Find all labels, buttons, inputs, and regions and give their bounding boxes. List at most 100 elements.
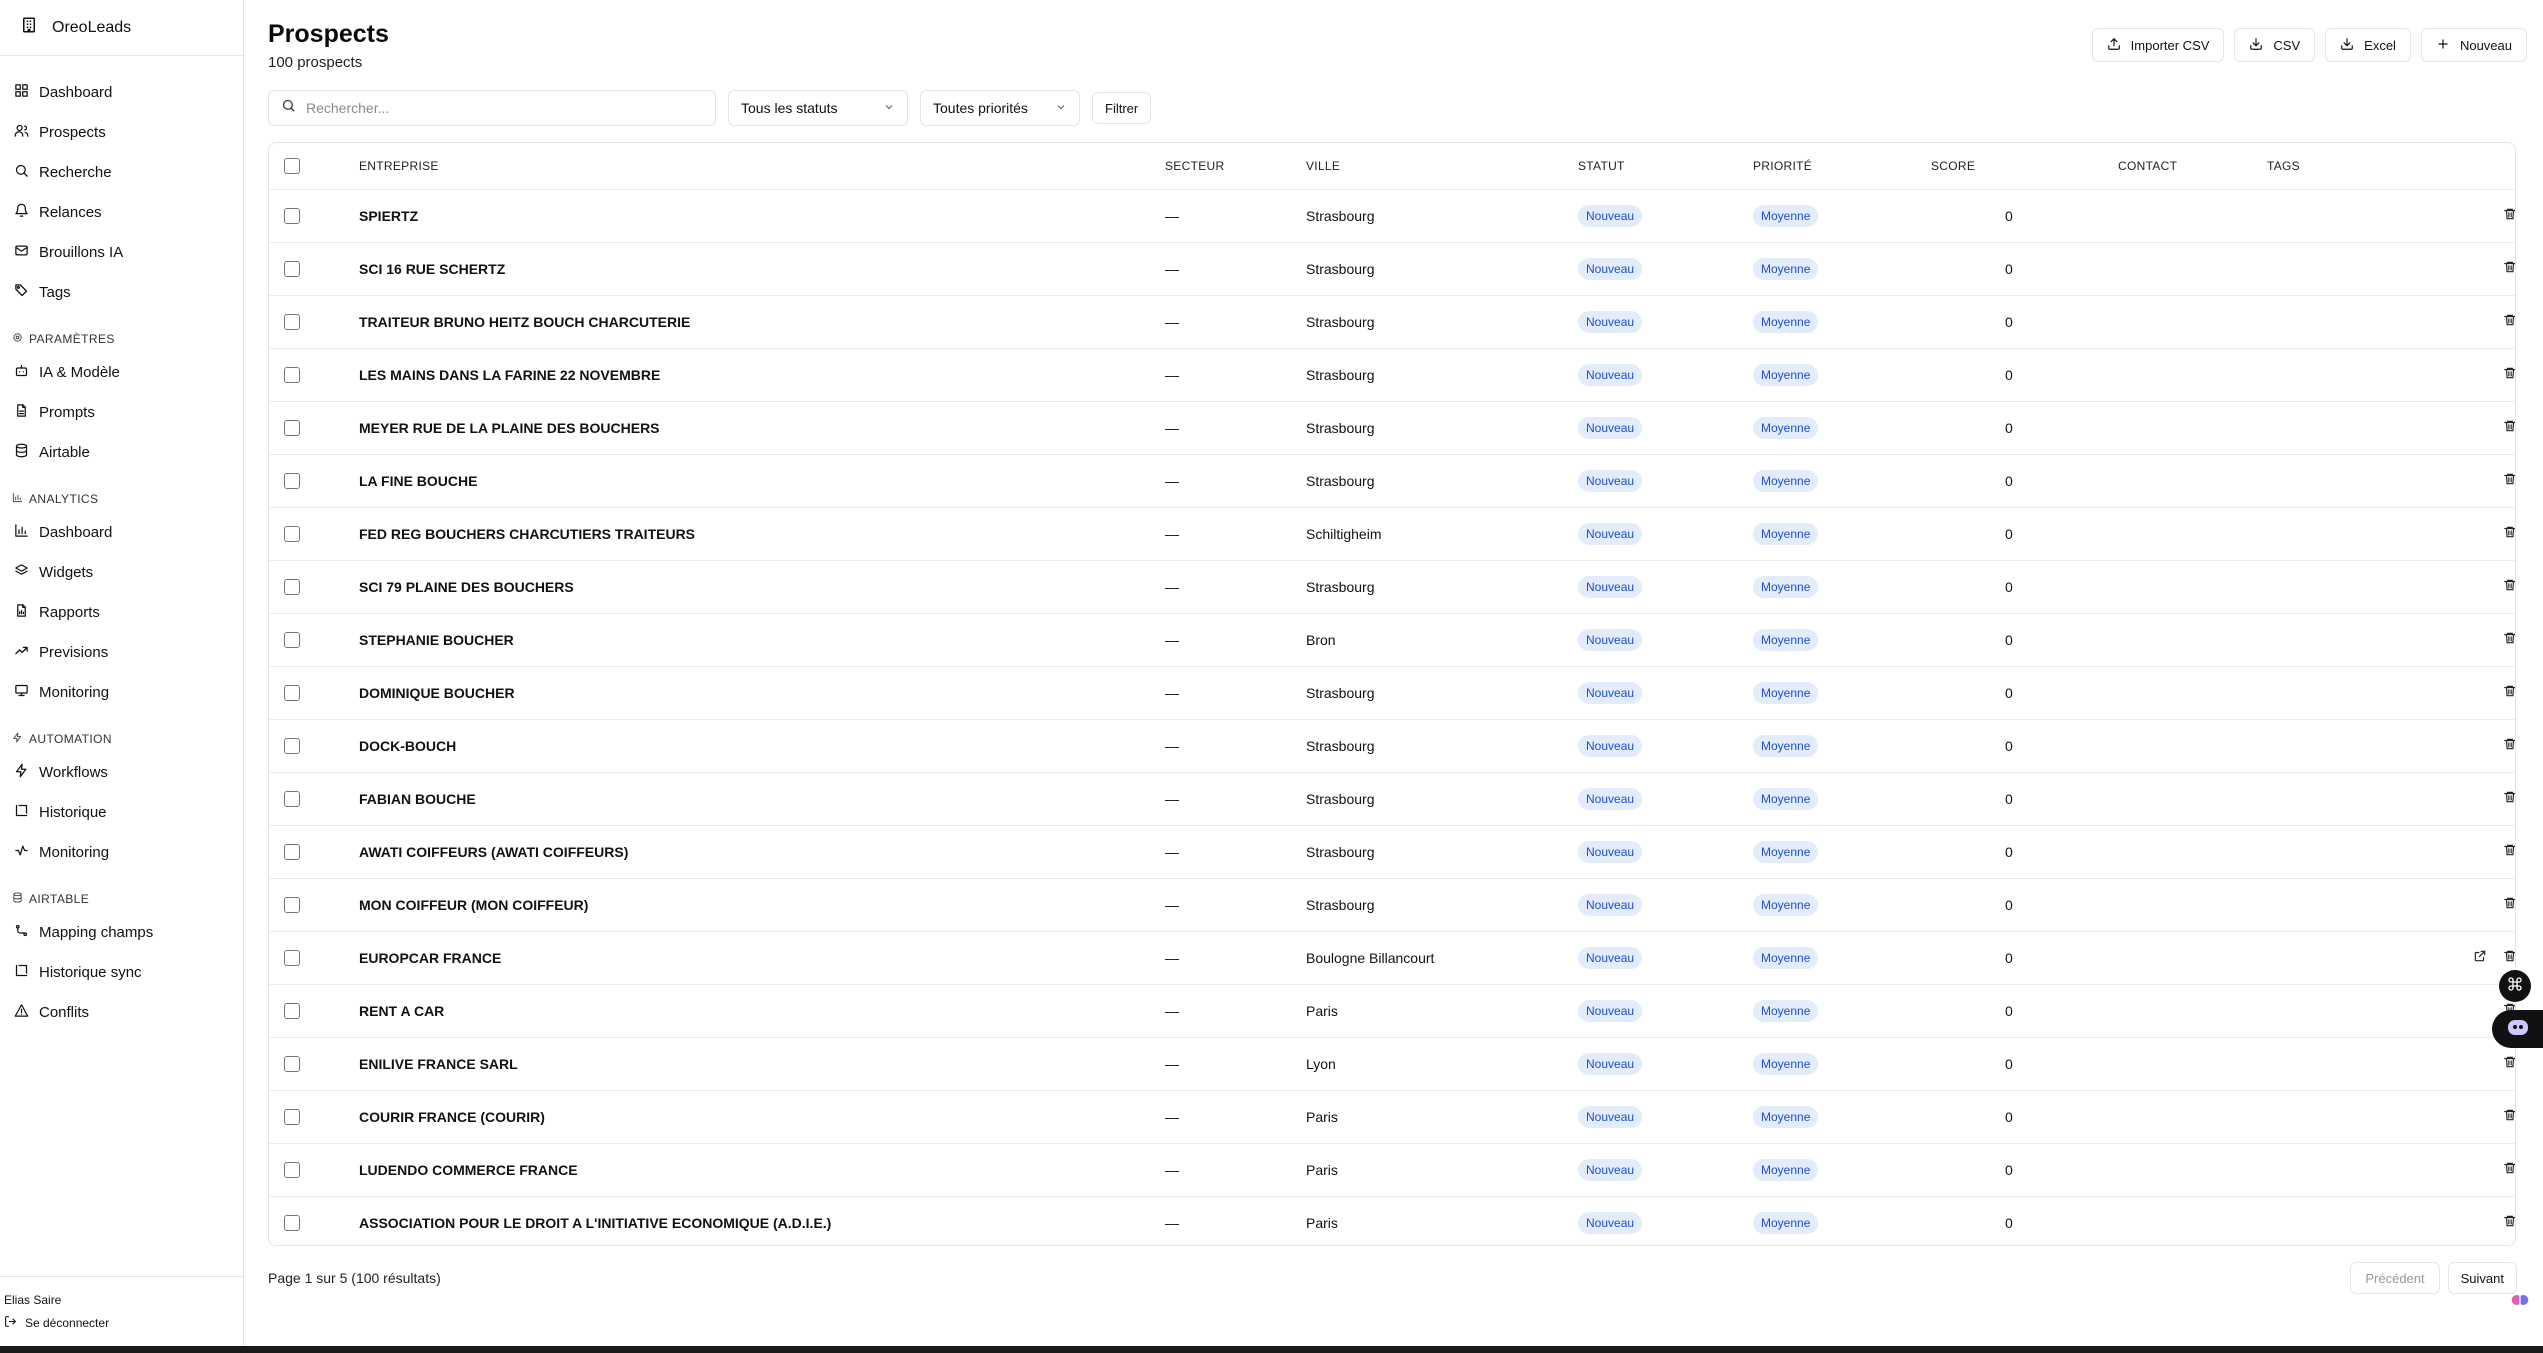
- trash-icon[interactable]: [2503, 207, 2515, 224]
- company-name[interactable]: EUROPCAR FRANCE: [359, 950, 501, 966]
- sidebar-item-prospects[interactable]: Prospects: [0, 112, 243, 152]
- external-link-icon[interactable]: [2473, 949, 2487, 966]
- sidebar-item-automation-monitoring[interactable]: Monitoring: [0, 832, 243, 872]
- table-row[interactable]: FED REG BOUCHERS CHARCUTIERS TRAITEURS — S…: [269, 507, 2515, 560]
- col-header-priority[interactable]: PRIORITÉ: [1753, 143, 1931, 189]
- row-checkbox[interactable]: [284, 420, 300, 437]
- sidebar-item-parametres-ia-modele[interactable]: IA & Modèle: [0, 352, 243, 392]
- trash-icon[interactable]: [2503, 313, 2515, 330]
- next-page-button[interactable]: Suivant: [2447, 1262, 2517, 1294]
- trash-icon[interactable]: [2503, 684, 2515, 701]
- trash-icon[interactable]: [2503, 631, 2515, 648]
- row-checkbox[interactable]: [284, 261, 300, 278]
- company-name[interactable]: LES MAINS DANS LA FARINE 22 NOVEMBRE: [359, 367, 660, 383]
- brain-icon[interactable]: [2510, 1290, 2530, 1310]
- trash-icon[interactable]: [2503, 366, 2515, 383]
- trash-icon[interactable]: [2503, 737, 2515, 754]
- company-name[interactable]: SCI 16 RUE SCHERTZ: [359, 261, 505, 277]
- sidebar-item-relances[interactable]: Relances: [0, 192, 243, 232]
- col-header-city[interactable]: VILLE: [1306, 143, 1578, 189]
- row-checkbox[interactable]: [284, 950, 300, 967]
- company-name[interactable]: FABIAN BOUCHE: [359, 791, 476, 807]
- row-checkbox[interactable]: [284, 208, 300, 225]
- trash-icon[interactable]: [2503, 949, 2515, 966]
- row-checkbox[interactable]: [284, 632, 300, 649]
- col-header-sector[interactable]: SECTEUR: [1165, 143, 1306, 189]
- table-row[interactable]: EUROPCAR FRANCE — Boulogne Billancourt Nouv…: [269, 931, 2515, 984]
- sidebar-item-brouillons-ia[interactable]: Brouillons IA: [0, 232, 243, 272]
- table-row[interactable]: MEYER RUE DE LA PLAINE DES BOUCHERS — Stra…: [269, 401, 2515, 454]
- table-row[interactable]: SPIERTZ — Strasbourg Nouveau Moyenne 0: [269, 189, 2515, 242]
- export-excel-button[interactable]: Excel: [2325, 28, 2411, 62]
- logout-button[interactable]: Se déconnecter: [4, 1311, 239, 1335]
- company-name[interactable]: RENT A CAR: [359, 1003, 444, 1019]
- sidebar-item-tags[interactable]: Tags: [0, 272, 243, 312]
- sidebar-item-analytics-widgets[interactable]: Widgets: [0, 552, 243, 592]
- trash-icon[interactable]: [2503, 525, 2515, 542]
- sidebar-item-analytics-rapports[interactable]: Rapports: [0, 592, 243, 632]
- row-checkbox[interactable]: [284, 897, 300, 914]
- company-name[interactable]: DOCK-BOUCH: [359, 738, 456, 754]
- company-name[interactable]: FED REG BOUCHERS CHARCUTIERS TRAITEURS: [359, 526, 695, 542]
- row-checkbox[interactable]: [284, 738, 300, 755]
- row-checkbox[interactable]: [284, 1162, 300, 1179]
- assistant-launcher-button[interactable]: [2492, 1010, 2543, 1048]
- company-name[interactable]: MON COIFFEUR (MON COIFFEUR): [359, 897, 588, 913]
- row-checkbox[interactable]: [284, 685, 300, 702]
- select-all-checkbox[interactable]: [284, 157, 300, 174]
- trash-icon[interactable]: [2503, 843, 2515, 860]
- row-checkbox[interactable]: [284, 1056, 300, 1073]
- sidebar-item-dashboard[interactable]: Dashboard: [0, 72, 243, 112]
- row-checkbox[interactable]: [284, 844, 300, 861]
- col-header-tags[interactable]: TAGS: [2267, 143, 2515, 189]
- table-row[interactable]: ASSOCIATION POUR LE DROIT A L'INITIATIVE…: [269, 1196, 2515, 1245]
- sidebar-item-airtable-mapping-champs[interactable]: Mapping champs: [0, 912, 243, 952]
- import-csv-button[interactable]: Importer CSV: [2091, 28, 2225, 62]
- filter-button[interactable]: Filtrer: [1092, 92, 1152, 124]
- trash-icon[interactable]: [2503, 260, 2515, 277]
- row-checkbox[interactable]: [284, 314, 300, 331]
- sidebar-item-automation-workflows[interactable]: Workflows: [0, 752, 243, 792]
- company-name[interactable]: COURIR FRANCE (COURIR): [359, 1109, 545, 1125]
- sidebar-item-analytics-previsions[interactable]: Previsions: [0, 632, 243, 672]
- table-row[interactable]: DOCK-BOUCH — Strasbourg Nouveau Moyenne 0: [269, 719, 2515, 772]
- table-row[interactable]: COURIR FRANCE (COURIR) — Paris Nouveau Moyen…: [269, 1090, 2515, 1143]
- row-checkbox[interactable]: [284, 526, 300, 543]
- row-checkbox[interactable]: [284, 367, 300, 384]
- search-input[interactable]: [306, 100, 686, 116]
- table-row[interactable]: LES MAINS DANS LA FARINE 22 NOVEMBRE — Str…: [269, 348, 2515, 401]
- company-name[interactable]: ENILIVE FRANCE SARL: [359, 1056, 518, 1072]
- export-csv-button[interactable]: CSV: [2234, 28, 2316, 62]
- row-checkbox[interactable]: [284, 473, 300, 490]
- trash-icon[interactable]: [2503, 419, 2515, 436]
- company-name[interactable]: LUDENDO COMMERCE FRANCE: [359, 1162, 578, 1178]
- table-row[interactable]: LA FINE BOUCHE — Strasbourg Nouveau Moyenne 0: [269, 454, 2515, 507]
- row-checkbox[interactable]: [284, 1109, 300, 1126]
- col-header-company[interactable]: ENTREPRISE: [359, 143, 1165, 189]
- table-row[interactable]: STEPHANIE BOUCHER — Bron Nouveau Moyenne 0: [269, 613, 2515, 666]
- company-name[interactable]: LA FINE BOUCHE: [359, 473, 477, 489]
- command-palette-button[interactable]: [2499, 970, 2531, 1002]
- company-name[interactable]: SCI 79 PLAINE DES BOUCHERS: [359, 579, 574, 595]
- trash-icon[interactable]: [2503, 1055, 2515, 1072]
- company-name[interactable]: TRAITEUR BRUNO HEITZ BOUCH CHARCUTERIE: [359, 314, 690, 330]
- table-row[interactable]: AWATI COIFFEURS (AWATI COIFFEURS) — Strasb…: [269, 825, 2515, 878]
- trash-icon[interactable]: [2503, 1161, 2515, 1178]
- sidebar-item-automation-historique[interactable]: Historique: [0, 792, 243, 832]
- company-name[interactable]: AWATI COIFFEURS (AWATI COIFFEURS): [359, 844, 628, 860]
- table-row[interactable]: TRAITEUR BRUNO HEITZ BOUCH CHARCUTERIE — S…: [269, 295, 2515, 348]
- previous-page-button[interactable]: Précédent: [2350, 1262, 2440, 1294]
- trash-icon[interactable]: [2503, 1214, 2515, 1231]
- company-name[interactable]: DOMINIQUE BOUCHER: [359, 685, 515, 701]
- trash-icon[interactable]: [2503, 790, 2515, 807]
- sidebar-item-recherche[interactable]: Recherche: [0, 152, 243, 192]
- table-row[interactable]: SCI 16 RUE SCHERTZ — Strasbourg Nouveau Moye…: [269, 242, 2515, 295]
- trash-icon[interactable]: [2503, 896, 2515, 913]
- trash-icon[interactable]: [2503, 578, 2515, 595]
- table-row[interactable]: LUDENDO COMMERCE FRANCE — Paris Nouveau Moye…: [269, 1143, 2515, 1196]
- company-name[interactable]: MEYER RUE DE LA PLAINE DES BOUCHERS: [359, 420, 660, 436]
- company-name[interactable]: STEPHANIE BOUCHER: [359, 632, 514, 648]
- table-row[interactable]: ENILIVE FRANCE SARL — Lyon Nouveau Moyenne 0: [269, 1037, 2515, 1090]
- row-checkbox[interactable]: [284, 579, 300, 596]
- row-checkbox[interactable]: [284, 1215, 300, 1232]
